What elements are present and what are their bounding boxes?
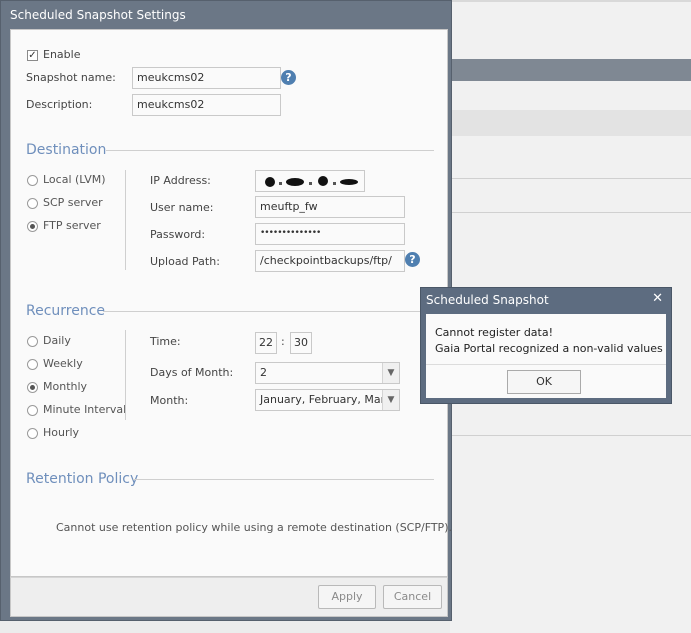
close-icon[interactable]: ✕ xyxy=(652,291,663,306)
radio-label-monthly: Monthly xyxy=(43,380,88,393)
radio-label-local-lvm: Local (LVM) xyxy=(43,173,106,186)
section-divider xyxy=(133,479,434,480)
background-strip xyxy=(450,110,691,136)
time-hour-input[interactable]: 22 xyxy=(255,332,277,354)
month-value: January, February, March xyxy=(260,393,398,406)
alert-title: Scheduled Snapshot xyxy=(426,293,549,307)
time-minute-input[interactable]: 30 xyxy=(290,332,312,354)
snapshot-name-input[interactable]: meukcms02 xyxy=(132,67,281,89)
chevron-down-icon[interactable]: ▼ xyxy=(382,363,399,383)
radio-label-minute-interval: Minute Interval xyxy=(43,403,127,416)
section-divider xyxy=(106,150,434,151)
error-alert-dialog: Scheduled Snapshot ✕ Cannot register dat… xyxy=(420,287,672,404)
days-of-month-label: Days of Month: xyxy=(150,366,234,379)
radio-minute-interval[interactable] xyxy=(27,405,38,416)
description-input[interactable]: meukcms02 xyxy=(132,94,281,116)
enable-label: Enable xyxy=(43,48,81,61)
days-of-month-value: 2 xyxy=(260,366,267,379)
radio-weekly[interactable] xyxy=(27,359,38,370)
time-separator: : xyxy=(281,335,285,348)
column-divider xyxy=(125,170,126,270)
radio-label-ftp-server: FTP server xyxy=(43,219,101,232)
column-divider xyxy=(125,330,126,420)
background-divider xyxy=(450,212,691,213)
destination-heading: Destination xyxy=(26,142,107,158)
background-divider xyxy=(450,435,691,436)
redacted-ip-icon xyxy=(265,176,358,187)
enable-checkbox[interactable]: ✓ xyxy=(27,50,38,61)
alert-message: Cannot register data! Gaia Portal recogn… xyxy=(435,325,663,357)
ip-address-input[interactable] xyxy=(255,170,365,192)
section-divider xyxy=(103,311,434,312)
password-label: Password: xyxy=(150,228,206,241)
radio-hourly[interactable] xyxy=(27,428,38,439)
retention-note: Cannot use retention policy while using … xyxy=(56,521,452,534)
month-select[interactable]: January, February, March ▼ xyxy=(255,389,400,411)
background-band xyxy=(450,59,691,81)
retention-heading: Retention Policy xyxy=(26,471,139,487)
password-input[interactable]: •••••••••••••• xyxy=(255,223,405,245)
days-of-month-select[interactable]: 2 ▼ xyxy=(255,362,400,384)
radio-scp-server[interactable] xyxy=(27,198,38,209)
dialog-footer: Apply Cancel xyxy=(10,577,448,617)
ok-button[interactable]: OK xyxy=(507,370,581,394)
time-label: Time: xyxy=(150,335,181,348)
snapshot-name-label: Snapshot name: xyxy=(26,71,116,84)
description-label: Description: xyxy=(26,98,93,111)
month-label: Month: xyxy=(150,394,189,407)
upload-path-input[interactable]: /checkpointbackups/ftp/ xyxy=(255,250,405,272)
alert-body: Cannot register data! Gaia Portal recogn… xyxy=(426,314,666,398)
help-icon[interactable]: ? xyxy=(281,70,296,85)
chevron-down-icon[interactable]: ▼ xyxy=(382,390,399,410)
recurrence-heading: Recurrence xyxy=(26,303,106,319)
cancel-button[interactable]: Cancel xyxy=(383,585,442,609)
background-divider xyxy=(450,178,691,179)
user-name-input[interactable]: meuftp_fw xyxy=(255,196,405,218)
upload-path-label: Upload Path: xyxy=(150,255,220,268)
help-icon[interactable]: ? xyxy=(405,252,420,267)
alert-divider xyxy=(426,364,666,365)
radio-label-scp-server: SCP server xyxy=(43,196,103,209)
dialog-body: ✓ Enable Snapshot name: meukcms02 ? Desc… xyxy=(10,29,452,577)
alert-message-line2: Gaia Portal recognized a non-valid value… xyxy=(435,342,663,355)
radio-label-weekly: Weekly xyxy=(43,357,83,370)
radio-local-lvm[interactable] xyxy=(27,175,38,186)
dialog-title: Scheduled Snapshot Settings xyxy=(10,8,186,22)
radio-daily[interactable] xyxy=(27,336,38,347)
radio-ftp-server[interactable] xyxy=(27,221,38,232)
ip-address-label: IP Address: xyxy=(150,174,211,187)
apply-button[interactable]: Apply xyxy=(318,585,376,609)
snapshot-settings-dialog: Scheduled Snapshot Settings ✓ Enable Sna… xyxy=(0,0,452,621)
radio-label-hourly: Hourly xyxy=(43,426,80,439)
radio-label-daily: Daily xyxy=(43,334,71,347)
radio-monthly[interactable] xyxy=(27,382,38,393)
alert-message-line1: Cannot register data! xyxy=(435,326,554,339)
user-name-label: User name: xyxy=(150,201,214,214)
background-topbar xyxy=(450,0,691,2)
